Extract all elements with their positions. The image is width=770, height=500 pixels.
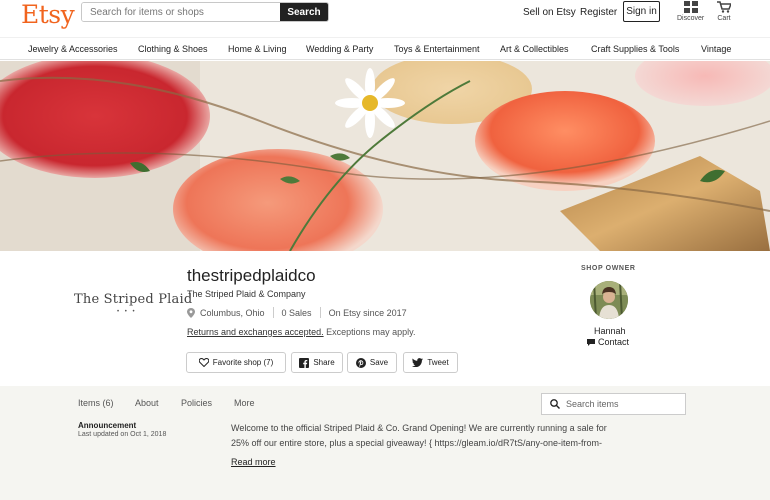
shop-name: thestripedplaidco (187, 266, 316, 285)
banner-photo (0, 61, 770, 251)
shop-logo: The Striped Plaid (74, 292, 193, 307)
favorite-shop-button[interactable]: Favorite shop (7) (186, 352, 286, 373)
items-search (541, 393, 686, 415)
contact-label: Contact (598, 337, 630, 347)
share-label: Share (313, 358, 335, 367)
shop-meta: Columbus, Ohio 0 Sales On Etsy since 201… (187, 307, 407, 318)
cart-label: Cart (717, 15, 731, 22)
shop-sales: 0 Sales (281, 307, 312, 318)
category-jewelry[interactable]: Jewelry & Accessories (28, 44, 118, 54)
tweet-label: Tweet (427, 358, 449, 367)
shop-title: The Striped Plaid & Company (187, 289, 306, 299)
tab-more[interactable]: More (234, 398, 255, 408)
pinterest-icon (355, 357, 366, 368)
save-button[interactable]: Save (347, 352, 397, 373)
facebook-icon (299, 357, 310, 368)
contact-owner-link[interactable]: Contact (587, 337, 629, 347)
tab-about[interactable]: About (135, 398, 159, 408)
message-icon (587, 338, 595, 346)
search-input[interactable] (82, 3, 280, 21)
cart-icon (717, 1, 731, 13)
owner-name: Hannah (594, 326, 626, 336)
discover-label: Discover (677, 15, 705, 22)
search-button[interactable]: Search (280, 3, 328, 21)
save-label: Save (369, 358, 389, 367)
returns-link[interactable]: Returns and exchanges accepted. (187, 327, 324, 337)
register-link[interactable]: Register (580, 7, 617, 18)
tweet-button[interactable]: Tweet (403, 352, 458, 373)
search-icon (550, 399, 560, 409)
tab-policies[interactable]: Policies (181, 398, 212, 408)
meta-divider (272, 307, 274, 318)
category-nav: Jewelry & Accessories Clothing & Shoes H… (0, 37, 770, 60)
owner-photo (590, 281, 628, 319)
discover-icon (683, 1, 698, 13)
shop-banner-image (0, 61, 770, 251)
sell-on-etsy-link[interactable]: Sell on Etsy (523, 7, 576, 18)
returns-policy: Returns and exchanges accepted. Exceptio… (187, 327, 415, 337)
category-vintage[interactable]: Vintage (701, 44, 731, 54)
read-more-link[interactable]: Read more (231, 457, 276, 467)
owner-avatar[interactable] (590, 281, 628, 319)
favorite-shop-label: Favorite shop (7) (212, 358, 274, 367)
category-clothing[interactable]: Clothing & Shoes (138, 44, 208, 54)
items-search-input[interactable] (566, 399, 676, 409)
category-wedding[interactable]: Wedding & Party (306, 44, 373, 54)
twitter-icon (412, 358, 424, 367)
heart-icon (198, 358, 209, 367)
announcement-heading: Announcement (78, 421, 137, 430)
sign-in-button[interactable]: Sign in (623, 1, 660, 22)
announcement-line: 25% off our entire store, plus a special… (231, 438, 603, 448)
cart-button[interactable]: Cart (717, 1, 731, 22)
category-craft[interactable]: Craft Supplies & Tools (591, 44, 679, 54)
share-button[interactable]: Share (291, 352, 343, 373)
announcement-date: Last updated on Oct 1, 2018 (78, 431, 167, 438)
etsy-logo[interactable]: Etsy (21, 0, 75, 29)
location-pin-icon (187, 307, 195, 318)
meta-divider (319, 307, 321, 318)
site-search: Search (81, 2, 329, 22)
shop-owner-heading: SHOP OWNER (581, 265, 636, 272)
announcement-line: Welcome to the official Striped Plaid & … (231, 423, 607, 433)
shop-location: Columbus, Ohio (200, 307, 265, 318)
announcement-text: Welcome to the official Striped Plaid & … (231, 421, 626, 451)
returns-note: Exceptions may apply. (323, 327, 416, 337)
category-art[interactable]: Art & Collectibles (500, 44, 569, 54)
shop-since: On Etsy since 2017 (328, 307, 407, 318)
category-home[interactable]: Home & Living (228, 44, 287, 54)
shop-logo-dots: • • • (117, 309, 137, 315)
discover-button[interactable]: Discover (677, 1, 704, 22)
category-toys[interactable]: Toys & Entertainment (394, 44, 480, 54)
site-header: Etsy Search Sell on Etsy Register Sign i… (0, 0, 770, 37)
tab-items[interactable]: Items (6) (78, 398, 114, 408)
